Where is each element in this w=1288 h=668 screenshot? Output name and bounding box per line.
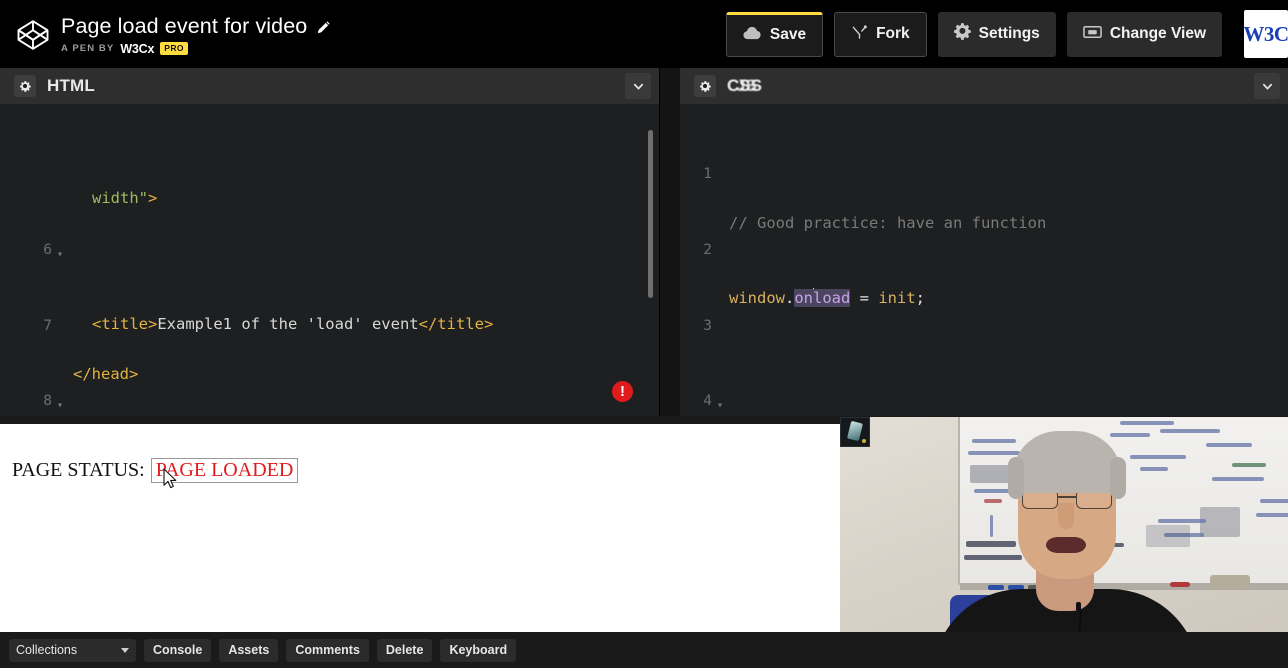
html-pane-title: HTML bbox=[47, 76, 96, 95]
line-number: 7 bbox=[43, 317, 52, 334]
code-line: 1 // Good practice: have an function bbox=[680, 160, 1288, 231]
preview-status-label: PAGE STATUS: bbox=[12, 459, 145, 481]
wall-picture-frame bbox=[840, 417, 870, 447]
pencil-icon[interactable] bbox=[316, 20, 331, 35]
fold-toggle-icon[interactable]: ▾ bbox=[714, 393, 726, 416]
html-code-area[interactable]: width"> 6 ▾ <title>Example1 of the 'load… bbox=[0, 104, 659, 416]
html-pane-header: HTML bbox=[0, 68, 659, 104]
line-number: 6 bbox=[43, 242, 52, 258]
fork-button[interactable]: Fork bbox=[834, 11, 927, 57]
js-pane-header: CSS JS bbox=[680, 68, 1288, 104]
gear-icon[interactable] bbox=[694, 75, 716, 97]
js-pane-title-ghost: JS bbox=[736, 76, 757, 95]
cloud-icon bbox=[743, 26, 762, 45]
layout-icon bbox=[1083, 25, 1102, 44]
code-line-text: window.onload = init; bbox=[729, 288, 926, 308]
html-editor-scrollbar[interactable] bbox=[648, 130, 653, 298]
fold-toggle-icon[interactable]: ▾ bbox=[54, 393, 66, 416]
chevron-down-icon[interactable] bbox=[625, 73, 651, 99]
code-line: 4 ▾ function init() { bbox=[680, 387, 1288, 412]
console-button[interactable]: Console bbox=[144, 638, 212, 662]
top-header-bar: Page load event for video A PEN BY W3Cx … bbox=[0, 0, 1288, 68]
preview-paragraph: PAGE STATUS: PAGE LOADED bbox=[12, 458, 299, 483]
codepen-editor-window: Page load event for video A PEN BY W3Cx … bbox=[0, 0, 1288, 668]
error-badge[interactable]: ! bbox=[612, 381, 633, 402]
assets-button[interactable]: Assets bbox=[219, 638, 279, 662]
code-line-text: </head> bbox=[73, 365, 139, 383]
save-button-label: Save bbox=[769, 26, 807, 43]
line-number: 8 bbox=[43, 393, 52, 410]
code-line: 8 ▾ <body> bbox=[0, 387, 659, 412]
line-number: 4 bbox=[703, 393, 712, 410]
webcam-video-overlay[interactable]: One Web · Anywhere · Any bbox=[840, 417, 1288, 668]
code-line: width"> bbox=[0, 160, 659, 207]
bottom-toolbar: Collections Console Assets Comments Dele… bbox=[0, 632, 1288, 668]
js-code-area[interactable]: 1 // Good practice: have an function 2 w… bbox=[680, 104, 1288, 416]
code-line: 2 window.onload = init; bbox=[680, 236, 1288, 308]
fold-toggle-icon[interactable]: ▾ bbox=[54, 242, 66, 267]
gear-icon[interactable] bbox=[14, 75, 36, 97]
codepen-logo-icon[interactable] bbox=[16, 18, 50, 52]
js-editor-pane: CSS JS 1 // Good practice: have an funct… bbox=[680, 68, 1288, 416]
w3cx-logo-text: W3C bbox=[1244, 21, 1288, 46]
line-number: 2 bbox=[703, 242, 712, 258]
page-title: Page load event for video bbox=[61, 13, 308, 38]
code-line-text: // Good practice: have an function bbox=[729, 213, 1047, 232]
whiteboard-eraser bbox=[1210, 575, 1250, 588]
collections-label: Collections bbox=[16, 643, 78, 657]
comments-button[interactable]: Comments bbox=[286, 638, 369, 662]
fork-button-label: Fork bbox=[876, 25, 910, 42]
pro-badge: PRO bbox=[160, 42, 188, 55]
code-line: 6 ▾ <title>Example1 of the 'load' event<… bbox=[0, 236, 659, 333]
caret-down-icon bbox=[121, 647, 129, 653]
byline-prefix: A PEN BY bbox=[61, 43, 115, 54]
pane-divider[interactable] bbox=[660, 68, 680, 416]
byline-author[interactable]: W3Cx bbox=[120, 42, 154, 56]
whiteboard bbox=[958, 417, 1288, 590]
js-pane-title: CSS JS bbox=[727, 76, 762, 96]
line-number: 1 bbox=[703, 166, 712, 183]
pen-byline: A PEN BY W3Cx PRO bbox=[61, 42, 331, 56]
editor-panes-row: HTML width"> 6 ▾ <title>Example1 of the … bbox=[0, 68, 1288, 416]
change-view-button-label: Change View bbox=[1109, 25, 1206, 42]
settings-button[interactable]: Settings bbox=[937, 11, 1056, 57]
header-actions: Save Fork Settings Change View W3C bbox=[725, 0, 1288, 68]
delete-button[interactable]: Delete bbox=[376, 638, 433, 662]
w3cx-logo[interactable]: W3Cx bbox=[1244, 10, 1288, 58]
line-number: 3 bbox=[703, 317, 712, 334]
code-line-text: width"> bbox=[92, 188, 158, 207]
mouse-cursor-icon bbox=[163, 468, 178, 490]
lapel-microphone bbox=[1076, 602, 1081, 611]
save-button[interactable]: Save bbox=[725, 11, 824, 57]
fork-icon bbox=[851, 24, 868, 45]
html-editor-pane: HTML width"> 6 ▾ <title>Example1 of the … bbox=[0, 68, 660, 416]
keyboard-button[interactable]: Keyboard bbox=[440, 638, 517, 662]
pen-brand-block: Page load event for video A PEN BY W3Cx … bbox=[0, 13, 331, 56]
collections-dropdown[interactable]: Collections bbox=[9, 638, 136, 662]
person-mouth bbox=[1046, 537, 1086, 553]
red-marker bbox=[1170, 582, 1190, 587]
code-line: 7 </head> bbox=[0, 312, 659, 383]
chevron-down-icon[interactable] bbox=[1254, 73, 1280, 99]
code-line: 3 bbox=[680, 312, 1288, 337]
gear-icon bbox=[953, 23, 971, 45]
change-view-button[interactable]: Change View bbox=[1066, 11, 1222, 57]
settings-button-label: Settings bbox=[978, 25, 1040, 42]
